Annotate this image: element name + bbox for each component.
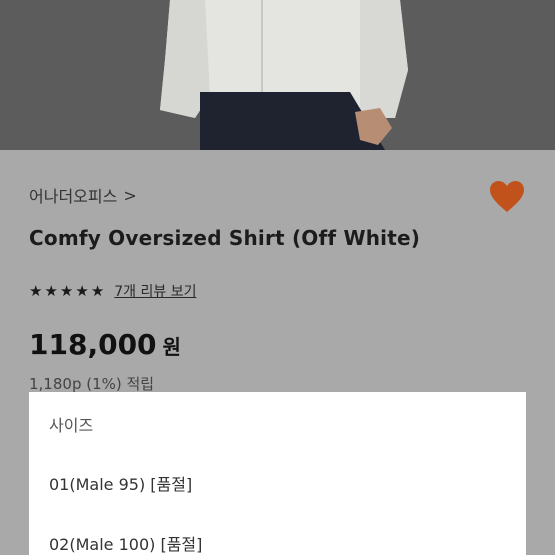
star-icon: ★ [90, 281, 105, 300]
size-dropdown[interactable]: 사이즈 01(Male 95) [품절] 02(Male 100) [품절] [29, 392, 526, 555]
chevron-right-icon: > [123, 185, 137, 205]
review-link[interactable]: 7개 리뷰 보기 [114, 281, 196, 301]
price-amount: 118,000 [29, 328, 157, 361]
size-dropdown-header[interactable]: 사이즈 [49, 412, 93, 436]
product-title: Comfy Oversized Shirt (Off White) [29, 226, 421, 250]
model-photo-illustration [0, 0, 555, 150]
size-option[interactable]: 02(Male 100) [품절] [49, 531, 202, 555]
rating-row: ★ ★ ★ ★ ★ 7개 리뷰 보기 [29, 281, 196, 301]
star-icon: ★ [75, 281, 89, 300]
rating-stars: ★ ★ ★ ★ ★ [29, 281, 105, 300]
star-icon: ★ [44, 281, 58, 300]
star-icon: ★ [29, 281, 43, 300]
star-icon: ★ [59, 281, 74, 300]
brand-link[interactable]: 어나더오피스 > [29, 183, 137, 207]
price: 118,000 원 [29, 328, 181, 361]
reward-points: 1,180p (1%) 적립 [29, 375, 155, 393]
heart-icon[interactable] [489, 180, 525, 214]
price-currency: 원 [162, 335, 181, 359]
product-photo [0, 0, 555, 150]
size-option[interactable]: 01(Male 95) [품절] [49, 471, 192, 495]
brand-name[interactable]: 어나더오피스 [29, 183, 117, 207]
